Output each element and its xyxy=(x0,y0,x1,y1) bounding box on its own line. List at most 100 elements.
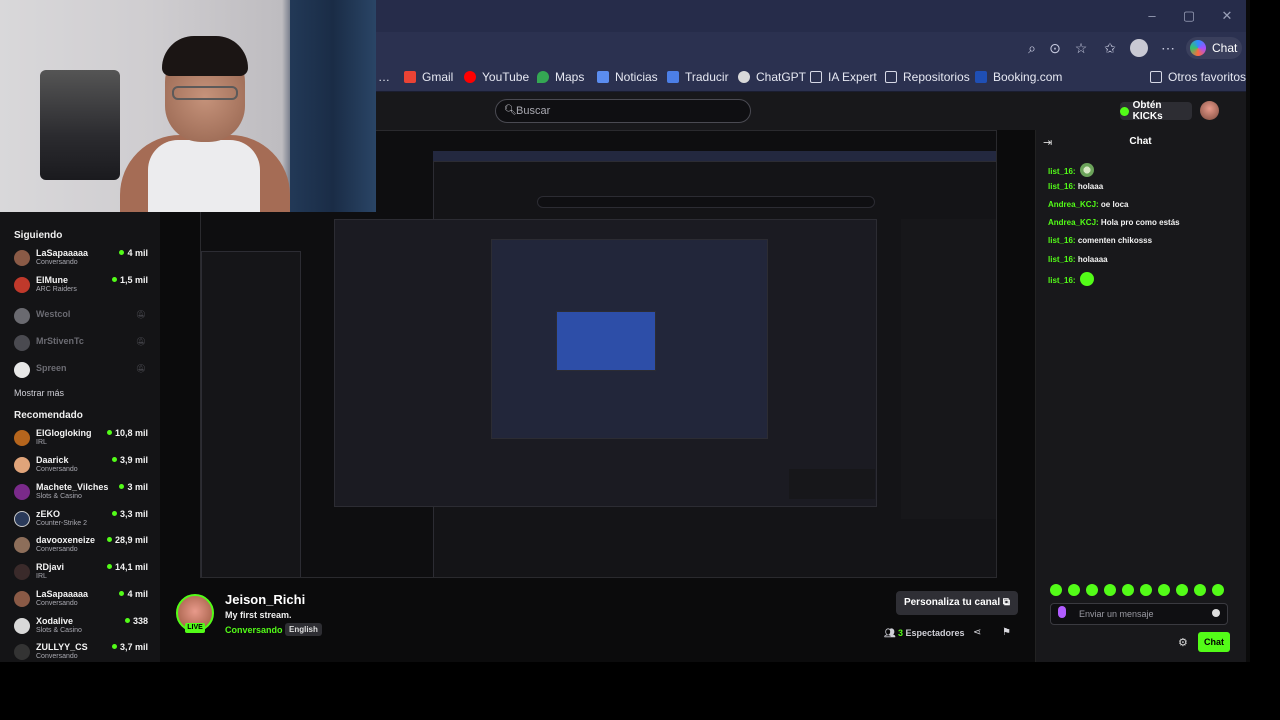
sidebar-item-recommended[interactable]: RDjavi IRL 14,1 mil xyxy=(14,562,150,584)
sidebar-item-recommended[interactable]: ElGlogloking IRL 10,8 mil xyxy=(14,428,150,450)
youtube-icon xyxy=(464,71,476,83)
close-icon[interactable]: ✕ xyxy=(1219,8,1235,24)
scrollbar[interactable] xyxy=(1246,0,1250,662)
customize-channel-button[interactable]: Personaliza tu canal ⧉ xyxy=(896,591,1018,615)
language-tag[interactable]: English xyxy=(285,623,322,636)
microphone-icon[interactable] xyxy=(1058,606,1066,618)
sidebar-item-following[interactable]: Westcol 🔕︎ xyxy=(14,306,150,328)
stream-category[interactable]: Conversando xyxy=(225,625,283,635)
chat-message: list_16: xyxy=(1048,163,1094,177)
folder-icon xyxy=(810,71,822,83)
emote-icon[interactable] xyxy=(1176,584,1188,596)
emote-icon[interactable] xyxy=(1086,584,1098,596)
emote-icon[interactable] xyxy=(1050,584,1062,596)
bookmark-chatgpt[interactable]: ChatGPT xyxy=(738,70,806,84)
avatar xyxy=(14,308,30,324)
emote-icon[interactable] xyxy=(1068,584,1080,596)
settings-dots-icon[interactable]: ⊙ xyxy=(1047,40,1063,56)
sidebar-item-recommended[interactable]: LaSapaaaaa Conversando 4 mil xyxy=(14,589,150,611)
sidebar-item-recommended[interactable]: davooxeneize Conversando 28,9 mil xyxy=(14,535,150,557)
recommended-heading: Recomendado xyxy=(14,410,83,421)
nested-search xyxy=(537,196,875,208)
nested-bookmarks-bar xyxy=(433,151,996,161)
favorites-icon[interactable]: ✩ xyxy=(1102,40,1118,56)
bookmark-repositorios[interactable]: Repositorios xyxy=(885,70,970,84)
chat-message: list_16: xyxy=(1048,272,1094,286)
maximize-icon[interactable]: ▢ xyxy=(1181,8,1197,24)
nested-chat-deep xyxy=(789,469,875,499)
notification-bell-icon[interactable]: 🔕︎ xyxy=(136,337,146,346)
external-link-icon: ⧉ xyxy=(1002,597,1011,608)
emote-icon[interactable] xyxy=(1194,584,1206,596)
avatar xyxy=(14,484,30,500)
menu-icon[interactable]: ⋯ xyxy=(1160,40,1176,56)
gmail-icon xyxy=(404,71,416,83)
live-dot-icon xyxy=(111,644,117,649)
bookmark-booking[interactable]: Booking.com xyxy=(975,70,1062,84)
zoom-icon[interactable]: ⌕ xyxy=(1024,40,1040,56)
notification-bell-icon[interactable]: 🔕︎ xyxy=(136,364,146,373)
chatgpt-icon xyxy=(738,71,750,83)
profile-icon[interactable] xyxy=(1130,39,1148,57)
other-favorites[interactable]: Otros favoritos xyxy=(1150,70,1246,84)
live-dot-icon xyxy=(119,484,125,489)
chat-panel xyxy=(1035,130,1246,662)
avatar xyxy=(14,618,30,634)
avatar xyxy=(14,644,30,660)
live-badge: LIVE xyxy=(185,623,205,633)
bookmark-truncated[interactable]: … xyxy=(378,70,390,84)
avatar xyxy=(14,362,30,378)
maps-icon xyxy=(537,71,549,83)
users-icon: 👥︎ xyxy=(884,628,896,638)
avatar xyxy=(14,564,30,580)
bookmark-maps[interactable]: Maps xyxy=(537,70,584,84)
sidebar-item-recommended[interactable]: Xodalive Slots & Casino 338 xyxy=(14,616,150,638)
notification-bell-icon[interactable]: 🔕︎ xyxy=(136,310,146,319)
translate-icon xyxy=(667,71,679,83)
show-more-link[interactable]: Mostrar más xyxy=(14,388,64,398)
sidebar-item-recommended[interactable]: Machete_Vilches Slots & Casino 3 mil xyxy=(14,482,150,504)
bookmark-noticias[interactable]: Noticias xyxy=(597,70,658,84)
bookmark-ia-expert[interactable]: IA Expert xyxy=(810,70,877,84)
emote-icon[interactable] xyxy=(1158,584,1170,596)
emoji-icon[interactable] xyxy=(1212,609,1220,617)
live-dot-icon xyxy=(111,511,117,516)
kicks-coin-icon xyxy=(1120,106,1129,116)
bookmark-traducir[interactable]: Traducir xyxy=(667,70,729,84)
emote-icon[interactable] xyxy=(1140,584,1152,596)
star-icon[interactable]: ☆ xyxy=(1073,40,1089,56)
chat-title: Chat xyxy=(1129,136,1152,147)
get-kicks-button[interactable]: Obtén KICKs xyxy=(1120,100,1192,122)
sidebar-item-following[interactable]: MrStivenTc 🔕︎ xyxy=(14,333,150,355)
emote-icon xyxy=(1079,163,1094,177)
sidebar-item-recommended[interactable]: zEKO Counter-Strike 2 3,3 mil xyxy=(14,509,150,531)
emote-icon[interactable] xyxy=(1104,584,1116,596)
copilot-chat-label: Chat xyxy=(1212,41,1238,55)
more-options-icon[interactable]: ⚑ xyxy=(1002,627,1011,638)
nested-sidebar xyxy=(201,251,301,577)
gear-icon[interactable]: ⚙ xyxy=(1178,636,1188,649)
browser-window: – ▢ ✕ ⌕ ⊙ ☆ ✩ ⋯ Chat … Gmail YouTube Map… xyxy=(0,0,1246,662)
minimize-icon[interactable]: – xyxy=(1144,8,1160,24)
send-chat-button[interactable]: Chat xyxy=(1198,632,1230,652)
emote-bar xyxy=(1050,584,1230,598)
copilot-chat-button[interactable]: Chat xyxy=(1186,37,1242,59)
live-dot-icon xyxy=(106,537,112,542)
share-icon[interactable]: ⋖ xyxy=(973,627,981,638)
bookmark-youtube[interactable]: YouTube xyxy=(464,70,529,84)
bookmark-gmail[interactable]: Gmail xyxy=(404,70,453,84)
live-dot-icon xyxy=(111,277,117,282)
chat-message: Andrea_KCJ: oe loca xyxy=(1048,200,1129,209)
search-input[interactable]: 🔍︎ Buscar xyxy=(495,99,751,123)
sidebar-item-recommended[interactable]: ZULLYY_CS Conversando 3,7 mil xyxy=(14,642,150,662)
sidebar-item-following[interactable]: LaSapaaaaa Conversando 4 mil xyxy=(14,248,150,270)
sidebar-item-following[interactable]: Spreen 🔕︎ xyxy=(14,360,150,382)
sidebar-item-recommended[interactable]: Daarick Conversando 3,9 mil xyxy=(14,455,150,477)
user-avatar[interactable] xyxy=(1200,101,1219,120)
emote-icon[interactable] xyxy=(1212,584,1224,596)
channel-name[interactable]: Jeison_Richi xyxy=(225,592,305,607)
live-dot-icon xyxy=(106,564,112,569)
sidebar-item-following[interactable]: ElMune ARC Raiders 1,5 mil xyxy=(14,275,150,297)
chat-message-input[interactable]: Enviar un mensaje xyxy=(1050,603,1228,625)
emote-icon[interactable] xyxy=(1122,584,1134,596)
